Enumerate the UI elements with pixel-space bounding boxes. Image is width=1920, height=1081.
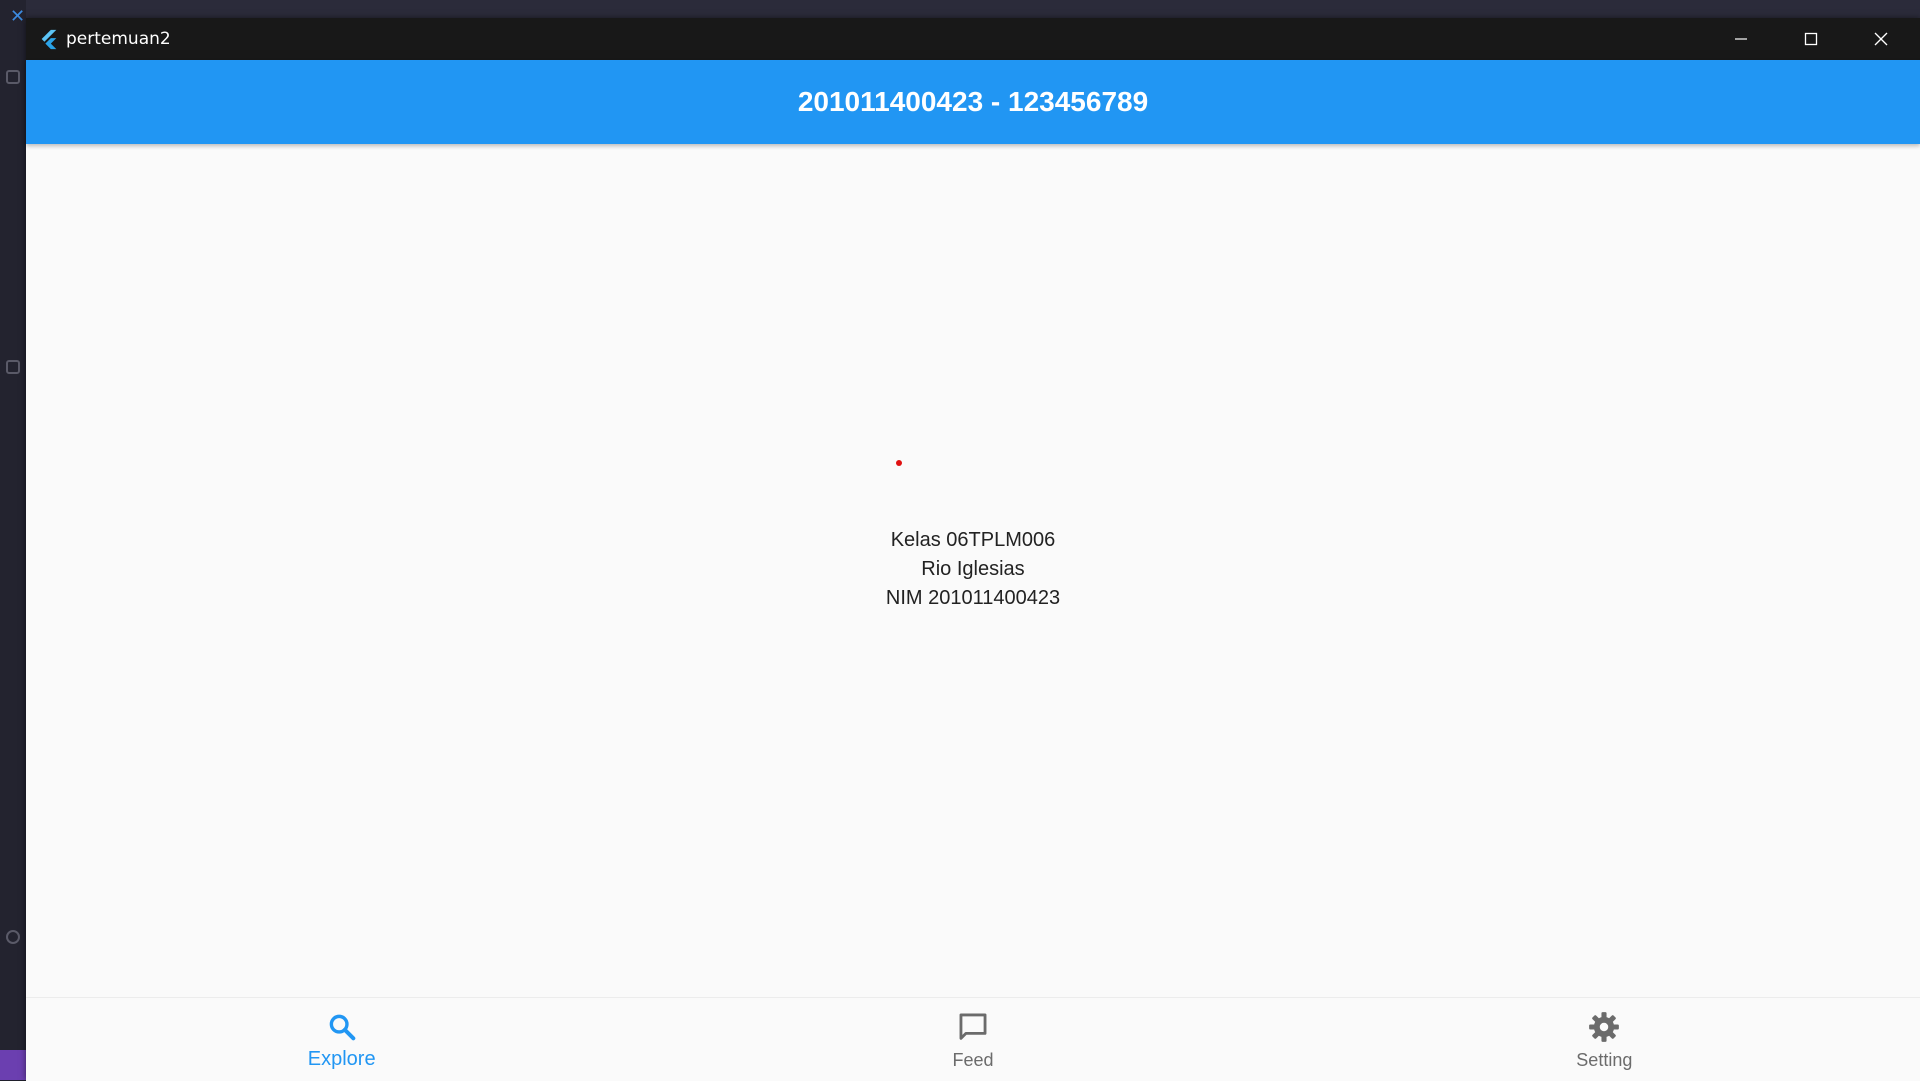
class-text: Kelas 06TPLM006 xyxy=(890,529,1056,551)
app-bar: 201011400423 - 123456789 xyxy=(26,60,1920,144)
extensions-icon[interactable] xyxy=(6,360,20,374)
close-icon xyxy=(1874,32,1888,46)
chat-bubble-icon xyxy=(959,1013,987,1040)
window-titlebar[interactable]: pertemuan2 xyxy=(26,18,1920,60)
remote-indicator[interactable] xyxy=(0,1050,26,1080)
close-button[interactable] xyxy=(1846,18,1916,60)
search-icon xyxy=(329,1014,355,1041)
maximize-icon xyxy=(1804,32,1818,46)
window-title: pertemuan2 xyxy=(66,29,171,49)
nav-item-explore[interactable]: Explore xyxy=(26,998,657,1081)
background-ide-menubar xyxy=(0,0,1920,18)
minimize-icon xyxy=(1735,38,1747,40)
account-icon[interactable] xyxy=(6,930,20,944)
maximize-button[interactable] xyxy=(1776,18,1846,60)
nav-item-setting[interactable]: Setting xyxy=(1289,998,1920,1081)
student-info: Kelas 06TPLM006 Rio Iglesias NIM 2010114… xyxy=(26,526,1920,613)
page-body: Kelas 06TPLM006 Rio Iglesias NIM 2010114… xyxy=(26,144,1920,997)
minimize-button[interactable] xyxy=(1706,18,1776,60)
flutter-logo-icon xyxy=(41,29,57,50)
nav-label-setting: Setting xyxy=(1576,1050,1633,1070)
nav-label-feed: Feed xyxy=(952,1050,994,1070)
nav-item-feed[interactable]: Feed xyxy=(657,998,1288,1081)
gear-icon xyxy=(1589,1012,1620,1042)
background-ide-activity-bar: ✕ xyxy=(0,0,26,1080)
nav-label-explore: Explore xyxy=(307,1048,376,1070)
student-name-text: Rio Iglesias xyxy=(921,558,1025,580)
explorer-icon[interactable] xyxy=(6,70,20,84)
decorative-dot xyxy=(896,460,902,466)
bottom-navigation-bar: Explore Feed Setting xyxy=(26,997,1920,1081)
app-window: pertemuan2 201011400423 - 123456789 Kela… xyxy=(26,18,1920,1081)
app-bar-title: 201011400423 - 123456789 xyxy=(797,86,1149,117)
student-nim-text: NIM 201011400423 xyxy=(885,587,1061,609)
